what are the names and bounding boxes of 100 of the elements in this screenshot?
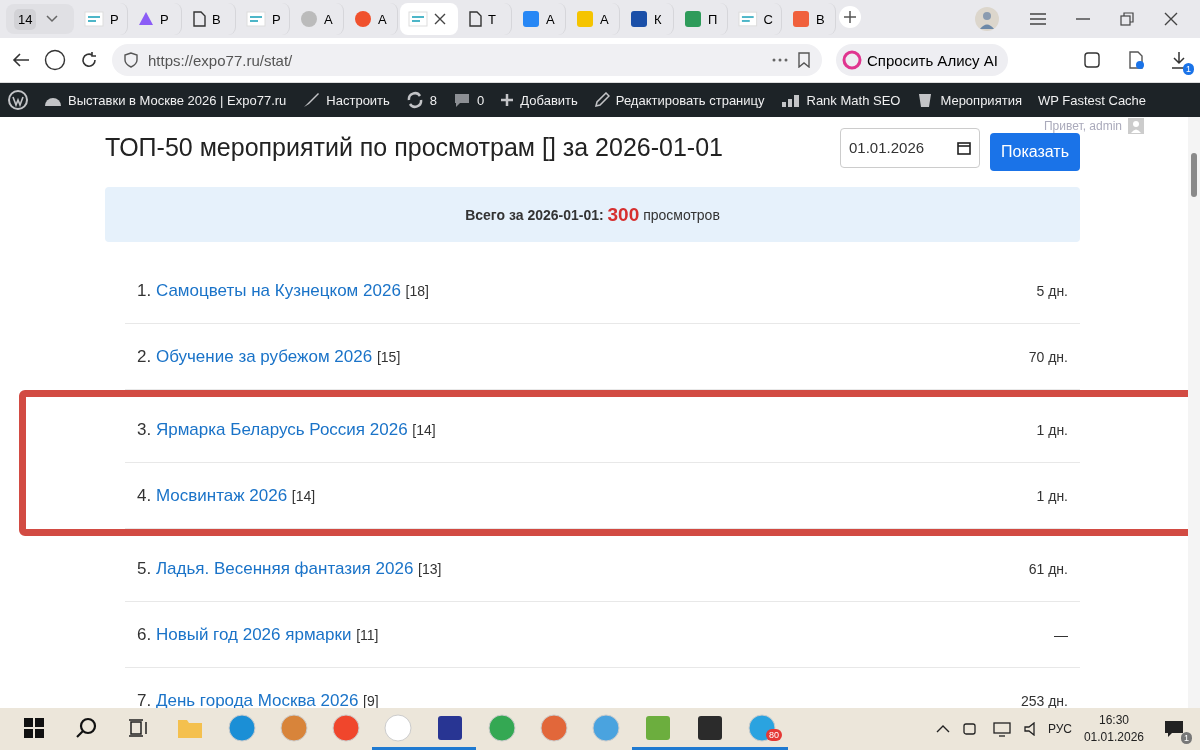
app-icon (332, 713, 360, 742)
chart-icon (780, 93, 801, 107)
notification-badge: 1 (1181, 732, 1192, 744)
taskbar-app[interactable]: 80 (736, 708, 788, 750)
greeting-text: Привет, admin (1043, 119, 1122, 133)
days-left: 70 дн. (1028, 348, 1068, 365)
view-count: [13] (418, 560, 442, 577)
calendar-icon (957, 140, 971, 155)
comment-icon (453, 92, 472, 108)
browser-tab[interactable]: В (184, 3, 236, 35)
app-icon (792, 10, 810, 28)
pencil-icon (593, 92, 610, 108)
rank-number: 5. (137, 558, 152, 579)
event-link[interactable]: Новый год 2026 ярмарки (155, 624, 352, 645)
browser-tab[interactable]: П (676, 3, 728, 35)
rank-number: 6. (137, 624, 152, 645)
wordpress-icon (8, 90, 28, 110)
scrollbar[interactable] (1188, 117, 1200, 708)
admin-bar-item[interactable]: WP Fastest Cache (1037, 92, 1147, 108)
reload-icon (80, 51, 98, 69)
rank-number: 3. (137, 419, 152, 440)
view-count: [18] (405, 282, 429, 299)
page-title: ТОП-50 мероприятий по просмотрам [] за 2026-01-01 (105, 133, 724, 162)
browser-tab[interactable]: А (514, 3, 566, 35)
view-count: [11] (356, 626, 379, 643)
circle-icon (354, 10, 372, 28)
windows-icon (24, 717, 44, 738)
document-icon (468, 11, 482, 27)
browser-tab[interactable]: А (292, 3, 344, 35)
browser-tab[interactable] (400, 3, 458, 35)
app-icon (592, 713, 620, 742)
view-count: [14] (412, 421, 436, 438)
document-icon (192, 11, 206, 27)
page-icon (738, 11, 758, 27)
search-icon (75, 716, 97, 739)
clock[interactable]: 16:30 01.01.2026 (1083, 712, 1144, 746)
browser-tab[interactable]: К (622, 3, 674, 35)
circle-icon (300, 10, 318, 28)
chevron-up-icon (935, 725, 950, 733)
notifications-icon (1164, 720, 1184, 738)
app-icon (697, 714, 723, 741)
browser-tab[interactable]: В (784, 3, 836, 35)
event-link[interactable]: Мосвинтаж 2026 (155, 485, 288, 506)
event-link[interactable]: Ярмарка Беларусь Россия 2026 (155, 419, 408, 440)
app-icon (684, 10, 702, 28)
app-icon (228, 713, 256, 742)
tab-counter[interactable]: 14 (6, 4, 74, 34)
close-icon (434, 13, 446, 25)
view-count: [15] (376, 348, 401, 365)
app-icon (488, 713, 516, 742)
days-left: 253 дн. (1020, 692, 1068, 708)
browser-tab[interactable]: А (346, 3, 398, 35)
browser-tab[interactable]: Р (238, 3, 290, 35)
ask-alice-button[interactable]: Спросить Алису AI (836, 44, 1008, 76)
language-indicator[interactable]: РУС (1047, 722, 1072, 736)
browser-tab[interactable]: Р (130, 3, 182, 35)
app-icon (540, 713, 568, 742)
admin-bar-item[interactable]: Мероприятия (916, 91, 1022, 109)
avatar-icon (1128, 118, 1144, 134)
date-field[interactable]: 01.01.2026 (840, 127, 980, 168)
event-link[interactable]: Обучение за рубежом 2026 (155, 346, 373, 367)
shield-icon (124, 52, 138, 68)
days-left: — (1054, 626, 1068, 643)
rank-number: 1. (137, 280, 152, 301)
browser-tab[interactable]: Т (460, 3, 512, 35)
rank-number: 4. (137, 485, 152, 506)
rank-number: 2. (137, 346, 152, 367)
close-icon (1164, 12, 1178, 26)
event-link[interactable]: Самоцветы на Кузнецком 2026 (155, 280, 401, 301)
event-link[interactable]: Ладья. Весенняя фантазия 2026 (155, 558, 414, 579)
browser-tab[interactable]: С (730, 3, 782, 35)
rank-number: 7. (137, 690, 152, 708)
refresh-icon (405, 91, 424, 109)
app-icon (630, 10, 648, 28)
app-icon (645, 714, 671, 741)
admin-bar-item[interactable]: Настроить (302, 92, 390, 108)
admin-bar-item[interactable]: Rank Math SEO (780, 92, 901, 108)
browser-tab[interactable]: Р (76, 3, 128, 35)
minimize-icon (1076, 18, 1090, 20)
page-icon (246, 11, 266, 27)
app-icon (280, 713, 308, 742)
download-icon (1170, 51, 1188, 69)
admin-bar-item[interactable]: Добавить (500, 92, 578, 108)
admin-bar-item[interactable]: Редактировать страницу (593, 92, 765, 108)
summary-banner: Всего за 2026-01-01: 300 просмотров (105, 187, 1080, 242)
app-icon (437, 714, 463, 741)
admin-bar-item[interactable]: 8 (405, 91, 438, 109)
browser-tab[interactable]: А (568, 3, 620, 35)
app-icon (522, 10, 540, 28)
bookmark-icon (798, 52, 810, 68)
admin-bar-item[interactable]: Выставки в Москве 2026 | Expo77.ru (44, 92, 287, 108)
show-button[interactable]: Показать (990, 132, 1080, 171)
days-left: 61 дн. (1028, 560, 1068, 577)
task-view-icon (128, 718, 148, 737)
download-badge: 1 (1183, 63, 1194, 75)
admin-bar-item[interactable]: 0 (453, 92, 485, 108)
address-bar[interactable]: https://expo77.ru/stat/ (112, 44, 822, 76)
back-icon (12, 52, 30, 68)
network-icon (991, 721, 1012, 737)
days-left: 1 дн. (1036, 421, 1068, 438)
